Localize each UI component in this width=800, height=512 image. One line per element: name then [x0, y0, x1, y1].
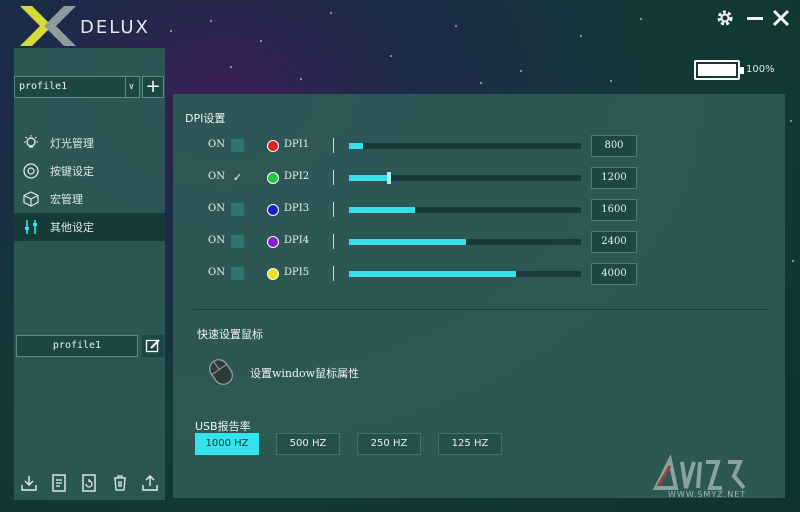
rate-250hz-button[interactable]: 250 HZ — [357, 433, 421, 455]
sidebar-item-key-settings[interactable]: 按键设定 — [14, 157, 165, 185]
profile-select[interactable]: profile1 ∨ — [14, 76, 140, 98]
close-icon — [772, 9, 790, 27]
dpi-color-dot[interactable] — [267, 204, 279, 216]
dpi-row: ON DPI5 4000 — [173, 263, 785, 285]
profile-select-value: profile1 — [19, 81, 68, 92]
divider — [333, 170, 334, 185]
main-panel: DPI设置 ON DPI1 800 ON ✓ DPI2 1200 ON DPI3… — [173, 94, 785, 498]
profile-name-field[interactable]: profile1 — [16, 335, 138, 357]
dpi-on-label: ON — [208, 267, 225, 278]
watermark-text: WWW.SMYZ.NET — [668, 490, 747, 499]
dpi-slider[interactable] — [349, 207, 581, 213]
dpi-label: DPI2 — [284, 171, 310, 182]
refresh-icon[interactable] — [79, 473, 99, 493]
usb-rate-title: USB报告率 — [195, 420, 251, 433]
dpi-enable-checkbox[interactable] — [231, 139, 244, 152]
rate-500hz-button[interactable]: 500 HZ — [276, 433, 340, 455]
dpi-color-dot[interactable] — [267, 236, 279, 248]
rate-125hz-button[interactable]: 125 HZ — [438, 433, 502, 455]
dpi-label: DPI1 — [284, 139, 310, 150]
dpi-label: DPI5 — [284, 267, 310, 278]
add-profile-button[interactable]: + — [142, 76, 164, 98]
dpi-slider[interactable] — [349, 143, 581, 149]
dpi-value-field[interactable]: 2400 — [591, 231, 637, 253]
dpi-row: ON DPI4 2400 — [173, 231, 785, 253]
dpi-value-field[interactable]: 800 — [591, 135, 637, 157]
edit-icon — [145, 339, 160, 353]
dpi-slider-fill — [349, 143, 363, 149]
rate-1000hz-button[interactable]: 1000 HZ — [195, 433, 259, 455]
dpi-on-label: ON — [208, 171, 225, 182]
dpi-label: DPI4 — [284, 235, 310, 246]
sidebar — [14, 48, 165, 500]
dpi-slider-fill — [349, 239, 466, 245]
dpi-slider-fill — [349, 175, 389, 181]
dpi-color-dot[interactable] — [267, 140, 279, 152]
sidebar-item-lighting[interactable]: 灯光管理 — [14, 129, 165, 157]
dpi-on-label: ON — [208, 235, 225, 246]
dpi-enable-checkbox[interactable] — [231, 235, 244, 248]
delux-x-logo-icon — [20, 6, 76, 46]
dpi-value-field[interactable]: 1200 — [591, 167, 637, 189]
dpi-slider[interactable] — [349, 239, 581, 245]
dpi-enable-checkbox[interactable] — [231, 203, 244, 216]
sidebar-toolbar — [14, 470, 165, 496]
mouse-icon — [209, 359, 233, 385]
sidebar-item-other-settings[interactable]: 其他设定 — [14, 213, 165, 241]
dpi-slider-fill — [349, 207, 415, 213]
sidebar-item-label: 按键设定 — [50, 165, 94, 178]
sidebar-item-label: 其他设定 — [50, 221, 94, 234]
sliders-icon — [22, 218, 40, 236]
sidebar-menu: 灯光管理 按键设定 宏管理 其他设定 — [14, 129, 165, 241]
light-bulb-icon — [22, 134, 40, 152]
dpi-enable-checkbox[interactable] — [231, 267, 244, 280]
dpi-value-field[interactable]: 1600 — [591, 199, 637, 221]
dpi-row: ON DPI3 1600 — [173, 199, 785, 221]
dpi-label: DPI3 — [284, 203, 310, 214]
windows-mouse-properties-button[interactable] — [203, 356, 239, 388]
dpi-row: ON DPI1 800 — [173, 135, 785, 157]
windows-mouse-properties-label[interactable]: 设置window鼠标属性 — [250, 365, 359, 381]
divider — [333, 266, 334, 281]
dpi-slider[interactable] — [349, 172, 581, 184]
dpi-settings-title: DPI设置 — [185, 112, 226, 125]
dpi-slider-thumb[interactable] — [387, 172, 391, 184]
close-button[interactable] — [770, 8, 792, 30]
battery-fill — [698, 64, 736, 76]
gear-icon — [717, 10, 733, 26]
divider — [333, 202, 334, 217]
document-icon[interactable] — [49, 473, 69, 493]
divider — [333, 234, 334, 249]
sidebar-item-label: 宏管理 — [50, 193, 83, 206]
mouse-buttons-icon — [22, 162, 40, 180]
dpi-slider[interactable] — [349, 271, 581, 277]
section-divider — [193, 309, 768, 310]
export-icon[interactable] — [140, 473, 160, 493]
dpi-on-label: ON — [208, 203, 225, 214]
import-icon[interactable] — [19, 473, 39, 493]
macro-cube-icon — [22, 190, 40, 208]
dpi-on-label: ON — [208, 139, 225, 150]
dpi-row: ON ✓ DPI2 1200 — [173, 167, 785, 189]
sidebar-item-label: 灯光管理 — [50, 137, 94, 150]
logo-text: DELUX — [80, 17, 150, 38]
minimize-button[interactable] — [744, 8, 766, 30]
edit-profile-button[interactable] — [142, 335, 164, 357]
dpi-value-field[interactable]: 4000 — [591, 263, 637, 285]
sidebar-item-macro[interactable]: 宏管理 — [14, 185, 165, 213]
quick-settings-title: 快速设置鼠标 — [197, 328, 263, 341]
dpi-slider-fill — [349, 271, 516, 277]
dpi-enable-checkbox[interactable]: ✓ — [231, 171, 244, 184]
dpi-color-dot[interactable] — [267, 268, 279, 280]
battery-percentage: 100% — [746, 64, 775, 75]
settings-gear-icon[interactable] — [714, 8, 736, 30]
trash-icon[interactable] — [110, 473, 130, 493]
delux-logo: DELUX — [18, 4, 158, 48]
divider — [333, 138, 334, 153]
battery-indicator — [694, 60, 744, 80]
dpi-color-dot[interactable] — [267, 172, 279, 184]
minimize-icon — [747, 17, 763, 20]
battery-nub — [740, 67, 744, 74]
chevron-down-icon[interactable]: ∨ — [125, 77, 137, 97]
